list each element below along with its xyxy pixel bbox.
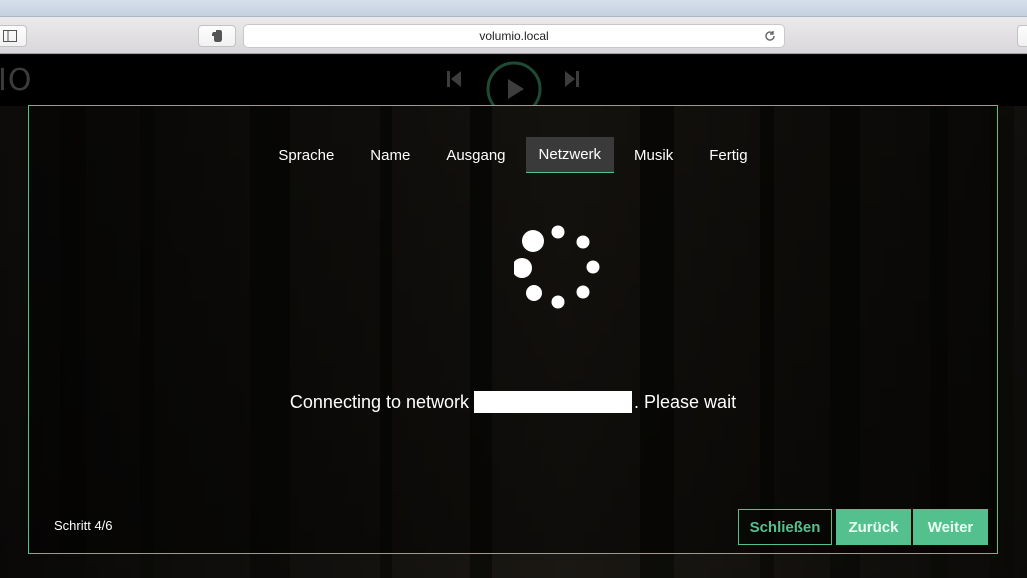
tab-netzwerk[interactable]: Netzwerk (525, 137, 615, 173)
setup-wizard-modal: Sprache Name Ausgang Netzwerk Musik Fert… (28, 105, 998, 554)
browser-toolbar: volumio.local (0, 17, 1027, 54)
extension-button[interactable] (198, 25, 236, 47)
url-text: volumio.local (479, 29, 549, 43)
tab-fertig[interactable]: Fertig (691, 137, 765, 173)
tab-sprache[interactable]: Sprache (260, 137, 352, 173)
sidebar-icon (2, 30, 17, 42)
window-titlebar (0, 0, 1027, 17)
close-button[interactable]: Schließen (738, 509, 832, 545)
back-button[interactable]: Zurück (836, 509, 911, 545)
status-suffix: . Please wait (634, 391, 737, 412)
app-logo: IO (0, 63, 33, 98)
previous-track-icon[interactable] (446, 69, 462, 89)
wizard-tabs: Sprache Name Ausgang Netzwerk Musik Fert… (29, 137, 997, 173)
address-bar[interactable]: volumio.local (243, 24, 785, 48)
reload-icon[interactable] (762, 28, 778, 44)
status-prefix: Connecting to network (289, 391, 470, 412)
connection-status: Connecting to network . Please wait (29, 391, 997, 413)
loading-spinner-icon (514, 225, 600, 309)
tab-ausgang[interactable]: Ausgang (428, 137, 523, 173)
redacted-network-name (474, 391, 633, 413)
app-header: IO (0, 55, 1027, 117)
sidebar-toggle-button[interactable] (0, 25, 27, 47)
tab-name[interactable]: Name (352, 137, 428, 173)
evernote-icon (212, 30, 222, 42)
tab-musik[interactable]: Musik (616, 137, 691, 173)
next-button[interactable]: Weiter (913, 509, 988, 545)
step-indicator: Schritt 4/6 (54, 518, 113, 533)
next-track-icon[interactable] (564, 69, 580, 89)
toolbar-right-button[interactable] (1017, 25, 1027, 47)
